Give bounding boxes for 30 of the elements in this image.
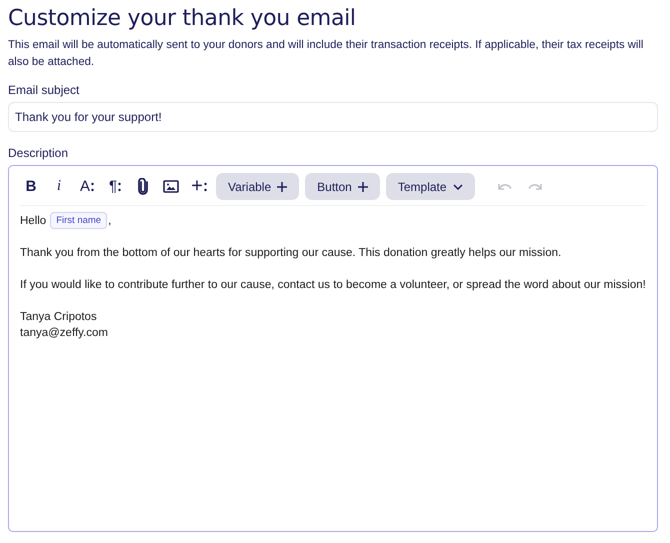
signature-line: Tanya Cripotos: [20, 310, 97, 325]
greeting-text: Hello: [20, 214, 46, 226]
redo-arrow-icon: [526, 182, 543, 192]
body-paragraph: If you would like to contribute further to our cause, contact us to become a volunteer, or spread the word about our mission!: [20, 278, 646, 293]
page-title: Customize your thank you email: [8, 6, 357, 31]
intro-text: This email will be automatically sent to your donors and will include their transaction receipts. If applicable, their tax receipts will also be attached.: [8, 38, 644, 70]
more-dots-icon: [118, 182, 122, 192]
undo-arrow-icon: [496, 182, 513, 192]
variable-tag[interactable]: First name: [50, 212, 108, 229]
bold-button[interactable]: B: [20, 174, 42, 200]
subject-field[interactable]: Thank you for your support!: [8, 102, 658, 132]
font-size-button[interactable]: A: [76, 174, 98, 200]
plus-icon: [277, 182, 288, 192]
add-button[interactable]: Variable: [216, 173, 300, 200]
chevron-down-icon: [452, 184, 463, 190]
field-label: Email subject: [8, 83, 80, 97]
more-dots-icon: [91, 182, 94, 192]
insert-button[interactable]: +: [188, 174, 210, 200]
paperclip-icon: [137, 178, 149, 195]
signature-line: tanya@zeffy.com: [20, 326, 108, 341]
punctuation-text: ,: [108, 214, 112, 226]
image-icon: [163, 180, 179, 193]
paragraph-button[interactable]: ¶: [104, 174, 126, 200]
body-paragraph: Thank you from the bottom of our hearts for supporting our cause. This donation greatly helps our mission.: [20, 246, 562, 261]
add-button[interactable]: Button: [305, 173, 380, 200]
italic-button[interactable]: i: [48, 174, 70, 200]
plus-icon: [358, 182, 368, 192]
field-label: Description: [8, 146, 68, 160]
more-dots-icon: [204, 182, 207, 192]
dropdown-button[interactable]: Template: [386, 173, 475, 200]
